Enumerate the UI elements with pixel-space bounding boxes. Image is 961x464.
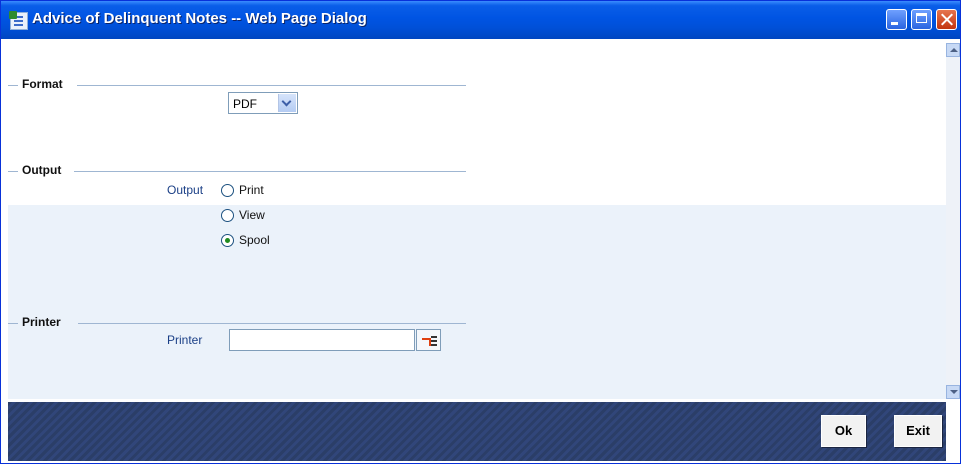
dialog-window: Advice of Delinquent Notes -- Web Page D… [0, 0, 961, 464]
minimize-button[interactable] [886, 9, 907, 30]
printer-line-right [78, 323, 466, 324]
format-select[interactable]: PDF [228, 92, 298, 114]
scroll-down-icon[interactable] [946, 385, 960, 399]
title-bar[interactable]: Advice of Delinquent Notes -- Web Page D… [1, 1, 960, 39]
printer-legend: Printer [18, 315, 65, 329]
content-band [8, 205, 946, 399]
vertical-scrollbar[interactable] [946, 43, 960, 399]
window-title: Advice of Delinquent Notes -- Web Page D… [32, 10, 367, 27]
dialog-content: Format PDF Output Output Print View Spoo… [8, 43, 946, 399]
radio-view-label[interactable]: View [239, 208, 265, 222]
ok-button[interactable]: Ok [821, 415, 866, 447]
output-line-right [74, 171, 466, 172]
printer-input[interactable] [229, 329, 415, 351]
radio-view[interactable] [221, 209, 234, 222]
radio-print-label[interactable]: Print [239, 183, 264, 197]
list-of-values-icon[interactable] [416, 329, 441, 351]
exit-button[interactable]: Exit [894, 415, 942, 447]
output-label: Output [167, 183, 204, 197]
maximize-button[interactable] [911, 9, 932, 30]
format-legend: Format [18, 77, 67, 91]
dialog-icon [9, 11, 28, 30]
close-button[interactable] [936, 9, 957, 30]
printer-label: Printer [167, 333, 203, 347]
scroll-up-icon[interactable] [946, 43, 960, 57]
radio-spool[interactable] [221, 234, 234, 247]
dialog-footer: Ok Exit [8, 402, 946, 461]
radio-print[interactable] [221, 184, 234, 197]
format-select-value: PDF [233, 97, 257, 111]
radio-spool-label[interactable]: Spool [239, 233, 270, 247]
chevron-down-icon[interactable] [278, 94, 296, 112]
format-line-right [77, 85, 466, 86]
output-legend: Output [18, 163, 66, 177]
